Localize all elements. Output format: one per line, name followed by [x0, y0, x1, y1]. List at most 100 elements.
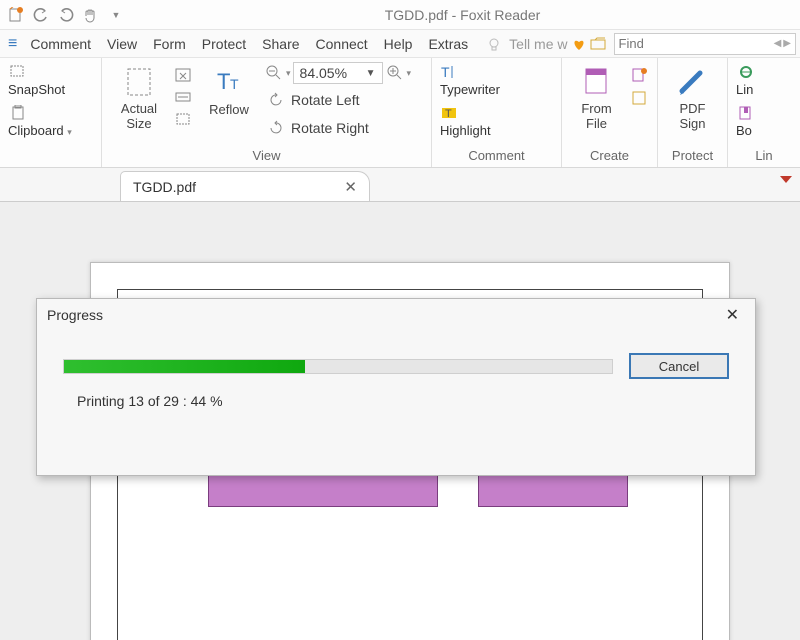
- zoom-out-icon[interactable]: [264, 63, 284, 83]
- find-next-icon[interactable]: ▶: [783, 38, 791, 49]
- snapshot-button[interactable]: SnapShot: [8, 62, 65, 97]
- heart-icon[interactable]: [570, 35, 588, 53]
- fit-page-icon[interactable]: [174, 66, 194, 86]
- link-icon: [736, 62, 756, 82]
- from-file-button[interactable]: From File: [570, 62, 623, 134]
- actual-size-button[interactable]: Actual Size: [110, 62, 168, 134]
- dialog-close-icon[interactable]: ✕: [720, 303, 745, 327]
- menu-view[interactable]: View: [100, 33, 144, 55]
- progress-fill: [64, 360, 305, 373]
- rotate-right-label: Rotate Right: [291, 120, 369, 136]
- menu-help[interactable]: Help: [377, 33, 420, 55]
- svg-text:T: T: [230, 76, 239, 92]
- zoom-input[interactable]: 84.05% ▼: [293, 62, 383, 84]
- lightbulb-icon[interactable]: [485, 35, 503, 53]
- ribbon-group-view: Actual Size TT Reflow ▾ 84.05% ▼: [102, 58, 432, 167]
- group-view-label: View: [102, 145, 431, 167]
- tell-me-text[interactable]: Tell me w: [509, 36, 567, 52]
- zoom-dropdown-icon[interactable]: ▼: [366, 68, 376, 79]
- actual-size-label: Actual Size: [121, 102, 157, 132]
- menu-form[interactable]: Form: [146, 33, 193, 55]
- fit-width-icon[interactable]: [174, 88, 194, 108]
- highlight-label: Highlight: [440, 123, 491, 138]
- fit-visible-icon[interactable]: [174, 110, 194, 130]
- menu-share[interactable]: Share: [255, 33, 306, 55]
- menu-comment[interactable]: Comment: [23, 33, 98, 55]
- tab-close-icon[interactable]: ✕: [344, 178, 357, 196]
- pdf-sign-icon: [675, 64, 711, 100]
- typewriter-button[interactable]: T Typewriter: [440, 62, 500, 97]
- reflow-button[interactable]: TT Reflow: [200, 62, 258, 119]
- tab-overflow-icon[interactable]: [780, 176, 792, 183]
- undo-icon[interactable]: [31, 5, 51, 25]
- bookmark-label: Bo: [736, 123, 752, 138]
- window-title: TGDD.pdf - Foxit Reader: [131, 7, 794, 23]
- zoom-in-icon[interactable]: [385, 63, 405, 83]
- dialog-title: Progress: [47, 307, 103, 323]
- rotate-right-icon: [266, 118, 286, 138]
- reflow-label: Reflow: [209, 102, 249, 117]
- pdf-sign-label: PDF Sign: [679, 102, 705, 132]
- tab-active[interactable]: TGDD.pdf ✕: [120, 171, 370, 201]
- titlebar: ▼ TGDD.pdf - Foxit Reader: [0, 0, 800, 30]
- file-menu-icon[interactable]: ≡: [4, 35, 21, 53]
- ribbon-group-links: Lin Bo Lin: [728, 58, 800, 167]
- clipboard-icon: [8, 103, 28, 123]
- ribbon: SnapShot Clipboard ▾ Actual Size TT: [0, 58, 800, 168]
- highlight-icon: T: [440, 103, 460, 123]
- rotate-left-label: Rotate Left: [291, 92, 360, 108]
- zoom-value: 84.05%: [300, 65, 347, 81]
- group-create-label: Create: [562, 145, 657, 167]
- link-label: Lin: [736, 82, 753, 97]
- find-input[interactable]: [619, 36, 774, 51]
- folder-search-icon[interactable]: [590, 35, 608, 53]
- reflow-icon: TT: [211, 64, 247, 100]
- svg-text:T: T: [217, 69, 230, 94]
- from-file-label: From File: [581, 102, 611, 132]
- redo-icon[interactable]: [56, 5, 76, 25]
- snapshot-label: SnapShot: [8, 82, 65, 97]
- new-doc-icon[interactable]: [6, 5, 26, 25]
- menu-protect[interactable]: Protect: [195, 33, 253, 55]
- bookmark-button[interactable]: Bo: [736, 103, 756, 138]
- toolbar-dropdown-icon[interactable]: ▼: [106, 5, 126, 25]
- zoom-in-chevron-icon[interactable]: ▾: [407, 68, 412, 79]
- highlight-button[interactable]: T Highlight: [440, 103, 491, 138]
- ribbon-group-create: From File Create: [562, 58, 658, 167]
- document-area[interactable]: ĐƯỜNG CN7 ĐƯỜNG CN9 Progress ✕ Cancel: [0, 202, 800, 640]
- group-comment-label: Comment: [432, 145, 561, 167]
- from-file-icon: [579, 64, 615, 100]
- ribbon-group-tools: SnapShot Clipboard ▾: [0, 58, 102, 167]
- link-button[interactable]: Lin: [736, 62, 756, 97]
- zoom-out-chevron-icon[interactable]: ▾: [286, 68, 291, 79]
- from-clipboard-icon[interactable]: [629, 88, 649, 108]
- clipboard-label: Clipboard: [8, 123, 64, 138]
- ribbon-group-protect: PDF Sign Protect: [658, 58, 728, 167]
- rotate-right-button[interactable]: Rotate Right: [264, 116, 411, 140]
- svg-text:T: T: [441, 64, 450, 80]
- rotate-left-button[interactable]: Rotate Left: [264, 88, 411, 112]
- menu-connect[interactable]: Connect: [309, 33, 375, 55]
- bookmark-icon: [736, 103, 756, 123]
- actual-size-icon: [121, 64, 157, 100]
- hand-tool-icon[interactable]: [81, 5, 101, 25]
- ribbon-group-comment: T Typewriter T Highlight Comment: [432, 58, 562, 167]
- menu-extras[interactable]: Extras: [421, 33, 475, 55]
- progress-dialog: Progress ✕ Cancel Printing 13 of 29 : 44…: [36, 298, 756, 476]
- chevron-down-icon: ▾: [67, 127, 72, 137]
- menubar: ≡ Comment View Form Protect Share Connec…: [0, 30, 800, 58]
- svg-text:T: T: [445, 108, 452, 120]
- new-blank-icon[interactable]: [629, 66, 649, 86]
- progress-bar: [63, 359, 613, 374]
- pdf-sign-button[interactable]: PDF Sign: [666, 62, 719, 134]
- find-box[interactable]: ◀ ▶: [614, 33, 796, 55]
- rotate-left-icon: [266, 90, 286, 110]
- tab-strip: TGDD.pdf ✕: [0, 168, 800, 202]
- progress-status: Printing 13 of 29 : 44 %: [37, 387, 755, 409]
- clipboard-button[interactable]: Clipboard ▾: [8, 103, 72, 138]
- group-links-label: Lin: [728, 145, 800, 167]
- typewriter-icon: T: [440, 62, 460, 82]
- cancel-label: Cancel: [659, 359, 699, 374]
- find-prev-icon[interactable]: ◀: [774, 38, 782, 49]
- cancel-button[interactable]: Cancel: [629, 353, 729, 379]
